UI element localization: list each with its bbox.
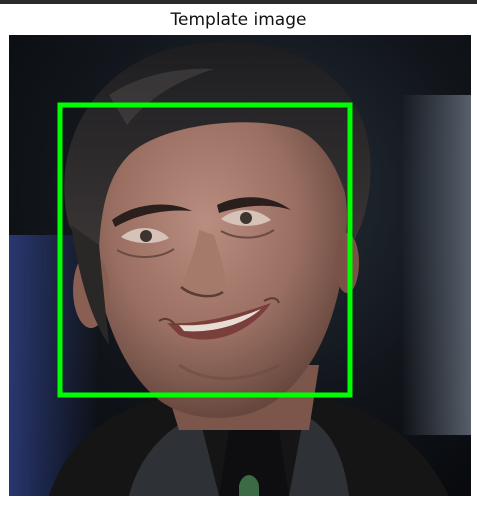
right-iris: [240, 212, 252, 224]
image-viewer: [9, 35, 471, 496]
window-top-bar: [0, 0, 477, 4]
template-image: [9, 35, 471, 496]
right-ear: [335, 233, 359, 293]
figure-title: Template image: [170, 10, 307, 30]
background-right-light: [401, 95, 471, 435]
left-iris: [140, 230, 152, 242]
